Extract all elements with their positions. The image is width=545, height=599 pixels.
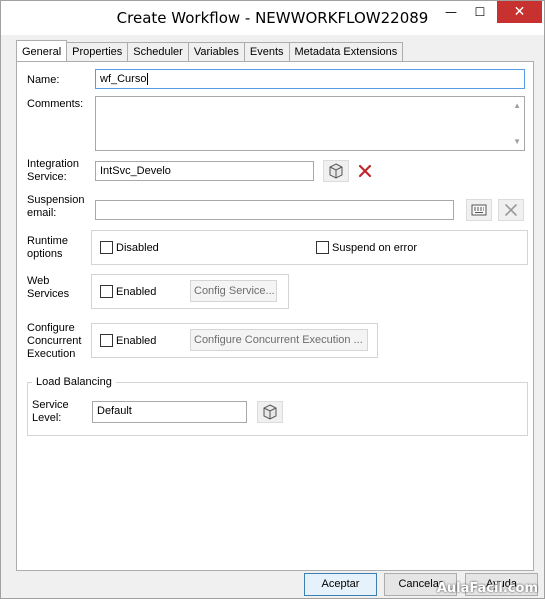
tab-events[interactable]: Events	[244, 42, 290, 62]
concurrent-enabled-label: Enabled	[116, 334, 157, 347]
keyboard-icon	[471, 204, 487, 216]
browse-email-button[interactable]	[466, 199, 492, 221]
disabled-checkbox[interactable]: Disabled	[100, 241, 159, 254]
tab-general[interactable]: General	[16, 40, 68, 62]
name-label: Name:	[27, 74, 60, 86]
scroll-down-icon[interactable]: ▼	[513, 137, 521, 146]
load-balancing-legend: Load Balancing	[32, 376, 116, 388]
minimize-button[interactable]: —	[437, 1, 465, 23]
delete-x-disabled-icon	[505, 204, 517, 216]
maximize-button[interactable]: ☐	[466, 1, 494, 23]
suspend-on-error-checkbox-box[interactable]	[316, 241, 329, 254]
close-button[interactable]: ✕	[497, 1, 542, 23]
title-bar: Create Workflow - NEWWORKFLOW22089 — ☐ ✕	[1, 1, 544, 35]
integration-service-input[interactable]: IntSvc_Develo	[95, 161, 314, 181]
suspension-email-input[interactable]	[95, 200, 454, 220]
cube-icon	[263, 404, 277, 420]
integration-service-label: Integration Service:	[27, 158, 79, 183]
config-service-button[interactable]: Config Service...	[190, 280, 277, 302]
tab-metadata-extensions[interactable]: Metadata Extensions	[289, 42, 404, 62]
concurrent-enabled-checkbox[interactable]: Enabled	[100, 334, 156, 347]
web-services-enabled-checkbox[interactable]: Enabled	[100, 285, 156, 298]
comments-label: Comments:	[27, 98, 84, 110]
concurrent-enabled-box[interactable]	[100, 334, 113, 347]
browse-integration-service-button[interactable]	[323, 160, 349, 182]
web-services-label: Web Services	[27, 275, 70, 300]
configure-concurrent-execution-button[interactable]: Configure Concurrent Execution ...	[190, 329, 368, 351]
watermark: AulaFacil.com	[436, 581, 538, 596]
comments-textarea[interactable]: ▲ ▼	[95, 96, 525, 151]
name-value: wf_Curso	[100, 73, 147, 85]
disabled-checkbox-label: Disabled	[116, 241, 159, 254]
browse-service-level-button[interactable]	[257, 401, 283, 423]
tab-scheduler[interactable]: Scheduler	[128, 42, 189, 62]
web-services-enabled-box[interactable]	[100, 285, 113, 298]
concurrent-execution-label: Configure Concurrent Execution	[27, 322, 82, 360]
web-services-enabled-label: Enabled	[116, 285, 157, 298]
delete-x-icon	[358, 164, 372, 178]
cube-icon	[329, 163, 343, 179]
suspend-on-error-checkbox[interactable]: Suspend on error	[316, 241, 417, 254]
suspend-on-error-label: Suspend on error	[332, 241, 417, 254]
service-level-input[interactable]: Default	[92, 401, 247, 423]
runtime-options-label: Runtime options	[27, 235, 68, 260]
name-input[interactable]: wf_Curso	[95, 69, 525, 89]
clear-integration-service-button[interactable]	[352, 160, 378, 182]
tab-variables[interactable]: Variables	[188, 42, 245, 62]
tab-bar: General Properties Scheduler Variables E…	[16, 40, 404, 62]
suspension-email-label: Suspension email:	[27, 194, 85, 219]
accept-button[interactable]: Aceptar	[304, 573, 377, 596]
create-workflow-dialog: Create Workflow - NEWWORKFLOW22089 — ☐ ✕…	[0, 0, 545, 599]
tab-properties[interactable]: Properties	[67, 42, 129, 62]
scroll-up-icon[interactable]: ▲	[513, 101, 521, 110]
clear-email-button[interactable]	[498, 199, 524, 221]
disabled-checkbox-box[interactable]	[100, 241, 113, 254]
service-level-label: Service Level:	[32, 399, 69, 424]
